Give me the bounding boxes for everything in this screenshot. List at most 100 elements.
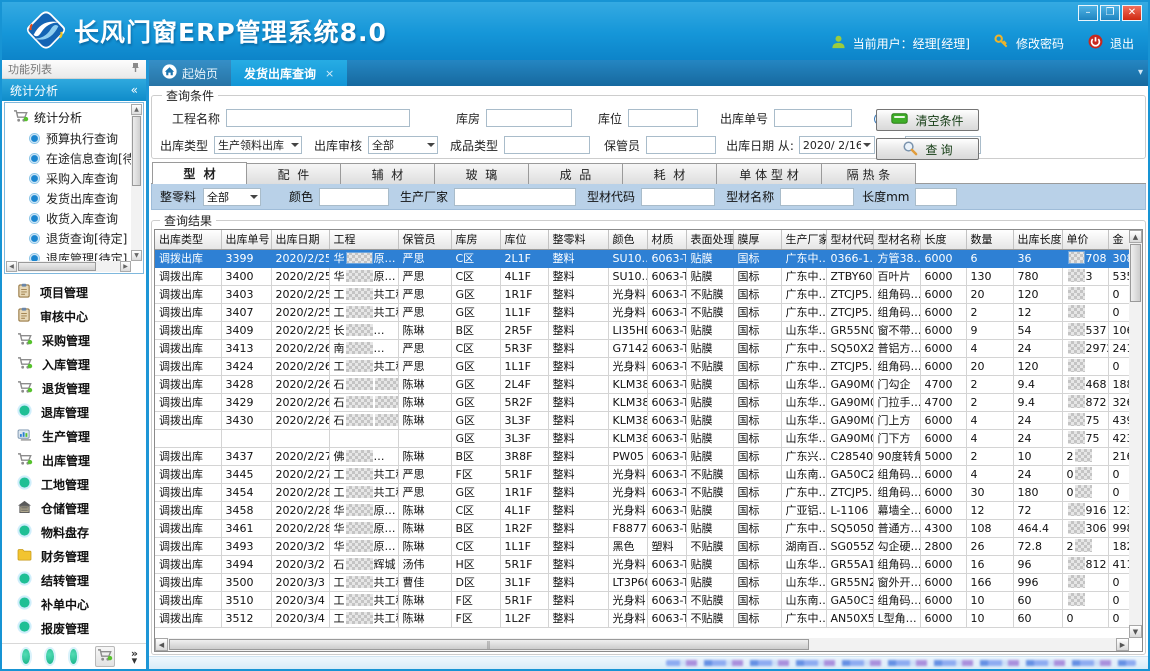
sidebar-item-报废管理[interactable]: 报废管理 bbox=[2, 616, 146, 640]
column-header[interactable]: 出库长度 bbox=[1013, 230, 1062, 249]
column-header[interactable]: 出库单号 bbox=[221, 230, 271, 249]
column-header[interactable]: 材质 bbox=[647, 230, 686, 249]
sidebar-item-审核中心[interactable]: 审核中心 bbox=[2, 304, 146, 328]
location-input[interactable] bbox=[628, 109, 698, 127]
tree-item[interactable]: 预算执行查询 bbox=[13, 128, 129, 148]
scroll-thumb[interactable]: ‖ bbox=[169, 639, 809, 650]
column-header[interactable]: 出库日期 bbox=[271, 230, 329, 249]
table-row[interactable]: G区3L3F整料KLM38176063-T5贴膜国标山东华…GA90M09.门下… bbox=[155, 429, 1129, 447]
column-header[interactable]: 整零料 bbox=[548, 230, 608, 249]
tab-overflow-icon[interactable]: ▾ bbox=[1138, 67, 1143, 78]
outbound-type-select[interactable]: 生产领料出库 bbox=[214, 136, 302, 154]
column-header[interactable]: 颜色 bbox=[608, 230, 647, 249]
project-name-input[interactable] bbox=[226, 109, 410, 127]
outbound-no-input[interactable] bbox=[774, 109, 852, 127]
table-row[interactable]: 调拨出库34452020/2/27工共工程严思F区5R1F整料光身料6063-T… bbox=[155, 465, 1129, 483]
table-row[interactable]: 调拨出库35102020/3/4工共工程陈琳F区5R1F整料光身料6063-T5… bbox=[155, 591, 1129, 609]
whole-part-select[interactable]: 全部 bbox=[203, 188, 261, 206]
scroll-up-icon[interactable]: ▲ bbox=[1129, 230, 1142, 243]
scroll-left-icon[interactable]: ◀ bbox=[155, 638, 168, 651]
scroll-down-icon[interactable]: ▼ bbox=[131, 250, 142, 261]
sidebar-item-出库管理[interactable]: 出库管理 bbox=[2, 448, 146, 472]
scroll-thumb[interactable] bbox=[18, 262, 96, 271]
table-row[interactable]: 调拨出库34002020/2/25华原…严思C区4L1F整料SU10…6063-… bbox=[155, 267, 1129, 285]
tree-item[interactable]: 采购入库查询 bbox=[13, 168, 129, 188]
tree-item[interactable]: 收货入库查询 bbox=[13, 208, 129, 228]
material-tab[interactable]: 玻 璃 bbox=[434, 163, 529, 184]
product-type-input[interactable] bbox=[504, 136, 590, 154]
collapse-icon[interactable]: « bbox=[131, 83, 138, 97]
scroll-left-icon[interactable]: ◀ bbox=[6, 261, 17, 272]
clear-conditions-button[interactable]: 清空条件 bbox=[876, 109, 979, 131]
manufacturer-input[interactable] bbox=[454, 188, 576, 206]
profile-name-input[interactable] bbox=[780, 188, 854, 206]
table-row[interactable]: 调拨出库34242020/2/26工共工程严思G区1L1F整料光身料6063-T… bbox=[155, 357, 1129, 375]
table-row[interactable]: 调拨出库34542020/2/28工共工程严思G区1R1F整料光身料6063-T… bbox=[155, 483, 1129, 501]
warehouse-input[interactable] bbox=[486, 109, 572, 127]
table-row[interactable]: 调拨出库34302020/2/26石城陈琳G区3L3F整料KLM38176063… bbox=[155, 411, 1129, 429]
column-header[interactable]: 表面处理 bbox=[686, 230, 733, 249]
table-row[interactable]: 调拨出库35122020/3/4工共工程陈琳F区1L2F整料光身料6063-T5… bbox=[155, 609, 1129, 627]
table-row[interactable]: 调拨出库34282020/2/26石城陈琳G区2L4F整料KLM38176063… bbox=[155, 375, 1129, 393]
close-button[interactable]: ✕ bbox=[1122, 5, 1142, 21]
table-row[interactable]: 调拨出库35002020/3/3工共工程曹佳D区3L1F整料LT3P606063… bbox=[155, 573, 1129, 591]
overflow-chevron[interactable]: »▾ bbox=[131, 650, 138, 664]
column-header[interactable]: 库位 bbox=[500, 230, 548, 249]
column-header[interactable]: 库房 bbox=[451, 230, 500, 249]
sidebar-item-财务管理[interactable]: 财务管理 bbox=[2, 544, 146, 568]
date-from-picker[interactable]: 2020/ 2/16 bbox=[799, 136, 875, 154]
material-tab[interactable]: 型 材 bbox=[152, 162, 247, 184]
change-password-link[interactable]: 修改密码 bbox=[1016, 35, 1064, 52]
tab-close-icon[interactable]: × bbox=[325, 67, 334, 80]
tree-item[interactable]: 退货查询[待定] bbox=[13, 228, 129, 248]
tree-item[interactable]: 在途信息查询[待 bbox=[13, 148, 129, 168]
keeper-input[interactable] bbox=[646, 136, 716, 154]
table-row[interactable]: 调拨出库34092020/2/25长…陈琳B区2R5F整料LI35HD6063-… bbox=[155, 321, 1129, 339]
table-row[interactable]: 调拨出库34132020/2/26南…严思C区5R3F整料G714226063-… bbox=[155, 339, 1129, 357]
tree-root[interactable]: 统计分析 bbox=[13, 107, 129, 128]
color-input[interactable] bbox=[319, 188, 389, 206]
sidebar-item-结转管理[interactable]: 结转管理 bbox=[2, 568, 146, 592]
table-row[interactable]: 调拨出库33992020/2/25华原…严思C区2L1F整料SU10…6063-… bbox=[155, 249, 1129, 267]
sidebar-item-补单中心[interactable]: 补单中心 bbox=[2, 592, 146, 616]
material-tab[interactable]: 配 件 bbox=[246, 163, 341, 184]
column-header[interactable]: 型材代码 bbox=[826, 230, 873, 249]
profile-code-input[interactable] bbox=[641, 188, 715, 206]
sidebar-item-退货管理[interactable]: 退货管理 bbox=[2, 376, 146, 400]
tree-vertical-scrollbar[interactable]: ▲ ▼ bbox=[131, 104, 142, 261]
scroll-right-icon[interactable]: ▶ bbox=[1116, 638, 1129, 651]
sidebar-item-生产管理[interactable]: 生产管理 bbox=[2, 424, 146, 448]
sidebar-item-采购管理[interactable]: 采购管理 bbox=[2, 328, 146, 352]
material-tab[interactable]: 隔 热 条 bbox=[821, 163, 916, 184]
sidebar-item-工地管理[interactable]: 工地管理 bbox=[2, 472, 146, 496]
column-header[interactable]: 金 bbox=[1108, 230, 1129, 249]
material-tab[interactable]: 耗 材 bbox=[622, 163, 717, 184]
sidebar-item-入库管理[interactable]: 入库管理 bbox=[2, 352, 146, 376]
table-row[interactable]: 调拨出库34942020/3/2石辉城汤伟H区5R1F整料光身料6063-T5贴… bbox=[155, 555, 1129, 573]
material-tab[interactable]: 单 体 型 材 bbox=[716, 163, 822, 184]
length-input[interactable] bbox=[915, 188, 957, 206]
tab-起始页[interactable]: 起始页 bbox=[149, 60, 231, 86]
sidebar-item-仓储管理[interactable]: 仓储管理 bbox=[2, 496, 146, 520]
minimize-button[interactable]: – bbox=[1078, 5, 1098, 21]
outbound-audit-select[interactable]: 全部 bbox=[368, 136, 438, 154]
table-row[interactable]: 调拨出库34372020/2/27佛…陈琳B区3R8F整料PW056063-T5… bbox=[155, 447, 1129, 465]
column-header[interactable]: 型材名称 bbox=[873, 230, 920, 249]
column-header[interactable]: 工程 bbox=[329, 230, 398, 249]
module-circle-icon[interactable] bbox=[70, 649, 78, 664]
column-header[interactable]: 生产厂家 bbox=[781, 230, 826, 249]
column-header[interactable]: 保管员 bbox=[398, 230, 451, 249]
table-horizontal-scrollbar[interactable]: ◀ ‖ ▶ bbox=[155, 638, 1129, 651]
material-tab[interactable]: 成 品 bbox=[528, 163, 623, 184]
column-header[interactable]: 单价 bbox=[1062, 230, 1108, 249]
logout-link[interactable]: 退出 bbox=[1110, 35, 1134, 52]
search-button[interactable]: 查 询 bbox=[876, 138, 979, 160]
scroll-thumb[interactable] bbox=[132, 116, 141, 186]
table-row[interactable]: 调拨出库34932020/3/2华原…陈琳C区1L1F整料黑色塑料不贴膜国标湖南… bbox=[155, 537, 1129, 555]
table-row[interactable]: 调拨出库34612020/2/28华原…陈琳B区1R2F整料F8877FT606… bbox=[155, 519, 1129, 537]
module-circle-icon[interactable] bbox=[46, 649, 54, 664]
table-row[interactable]: 调拨出库34072020/2/25工共工程严思G区1L1F整料光身料6063-T… bbox=[155, 303, 1129, 321]
sidebar-item-项目管理[interactable]: 项目管理 bbox=[2, 280, 146, 304]
scroll-right-icon[interactable]: ▶ bbox=[120, 261, 131, 272]
material-tab[interactable]: 辅 材 bbox=[340, 163, 435, 184]
